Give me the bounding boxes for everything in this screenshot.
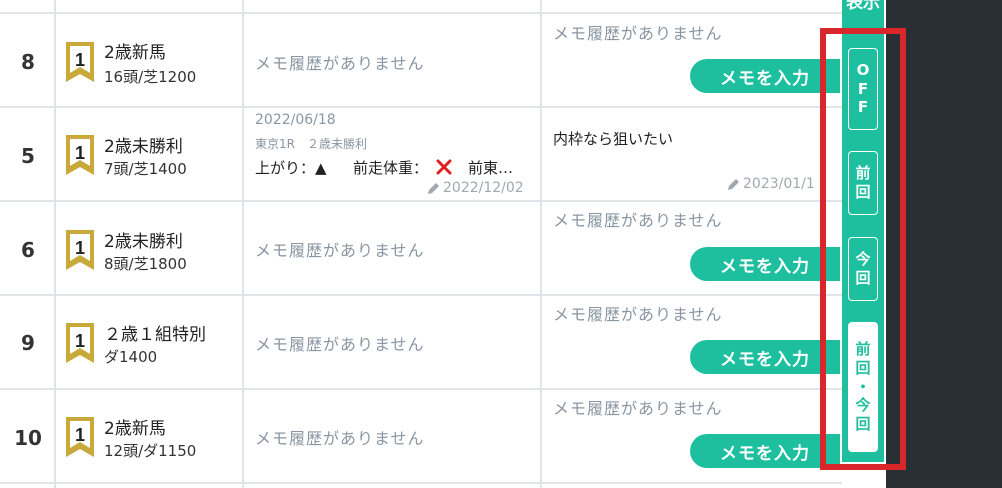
svg-text:1: 1	[75, 238, 85, 258]
both-char: ・	[855, 377, 871, 396]
svg-text:1: 1	[75, 50, 85, 70]
both-char: 前	[855, 340, 871, 359]
prev-memo-eval-up: 上がり：▲	[255, 159, 327, 177]
both-char: 回	[855, 358, 871, 377]
pencil-icon	[728, 179, 739, 190]
race-detail: 8頭/芝1800	[104, 255, 187, 273]
horse-number: 5	[21, 144, 35, 168]
race-name: 2歳未勝利	[104, 137, 183, 157]
prev-memo-empty: メモ履歴がありません	[255, 241, 425, 260]
table-row-top	[0, 0, 842, 14]
curr-memo-empty: メモ履歴がありません	[553, 211, 723, 230]
curr-char: 今	[855, 250, 871, 269]
memo-input-button[interactable]: メモを入力	[690, 340, 840, 374]
race-detail: 7頭/芝1400	[104, 160, 187, 178]
memo-input-button[interactable]: メモを入力	[690, 434, 840, 468]
svg-text:1: 1	[75, 425, 85, 445]
horse-number: 6	[21, 238, 35, 262]
dark-background	[886, 0, 1002, 488]
display-off-button[interactable]: O F F	[848, 48, 878, 130]
rank-badge-icon: 1	[66, 42, 94, 82]
rank-badge-icon: 1	[66, 135, 94, 175]
prev-memo-empty: メモ履歴がありません	[255, 429, 425, 448]
memo-input-button[interactable]: メモを入力	[690, 247, 840, 281]
race-name: ２歳１組特別	[104, 325, 206, 345]
off-char: F	[857, 98, 869, 117]
race-detail: 12頭/ダ1150	[104, 442, 197, 460]
race-name: 2歳新馬	[104, 419, 166, 439]
pencil-icon	[428, 183, 439, 194]
display-prev-button[interactable]: 前 回	[848, 151, 878, 215]
rank-badge-icon: 1	[66, 230, 94, 270]
prev-memo-date: 2022/12/02	[443, 180, 524, 196]
horse-number: 10	[14, 426, 42, 450]
curr-memo-date: 2023/01/1	[743, 176, 815, 192]
rank-badge-icon: 1	[66, 417, 94, 457]
off-char: O	[856, 60, 870, 79]
both-char: 今	[855, 396, 871, 415]
display-both-button[interactable]: 前 回 ・ 今 回	[848, 322, 878, 452]
off-char: F	[857, 79, 869, 98]
display-curr-button[interactable]: 今 回	[848, 237, 878, 301]
svg-text:1: 1	[75, 143, 85, 163]
curr-char: 回	[855, 269, 871, 287]
prev-memo-race: 東京1R ２歳未勝利	[255, 137, 367, 151]
race-detail: 16頭/芝1200	[104, 68, 197, 86]
prev-memo-eval-more: 前東…	[468, 159, 514, 177]
both-char: 回	[855, 415, 871, 434]
curr-memo-empty: メモ履歴がありません	[553, 399, 723, 418]
cross-mark-icon	[436, 159, 452, 175]
memo-input-button[interactable]: メモを入力	[690, 59, 840, 93]
horse-number: 8	[21, 50, 35, 74]
race-name: 2歳未勝利	[104, 232, 183, 252]
prev-char: 回	[855, 183, 871, 201]
curr-memo-empty: メモ履歴がありません	[553, 305, 723, 324]
prev-memo-empty: メモ履歴がありません	[255, 54, 425, 73]
prev-char: 前	[855, 164, 871, 183]
display-label: 表示	[846, 0, 880, 13]
prev-memo-empty: メモ履歴がありません	[255, 335, 425, 354]
prev-memo-race-date: 2022/06/18	[255, 112, 336, 128]
prev-memo-eval-weight: 前走体重：	[353, 159, 429, 177]
rank-badge-icon: 1	[66, 323, 94, 363]
horse-number: 9	[21, 331, 35, 355]
race-name: 2歳新馬	[104, 43, 166, 63]
svg-text:1: 1	[75, 331, 85, 351]
curr-memo-text: 内枠なら狙いたい	[553, 130, 674, 148]
curr-memo-empty: メモ履歴がありません	[553, 24, 723, 43]
race-detail: ダ1400	[104, 348, 158, 366]
